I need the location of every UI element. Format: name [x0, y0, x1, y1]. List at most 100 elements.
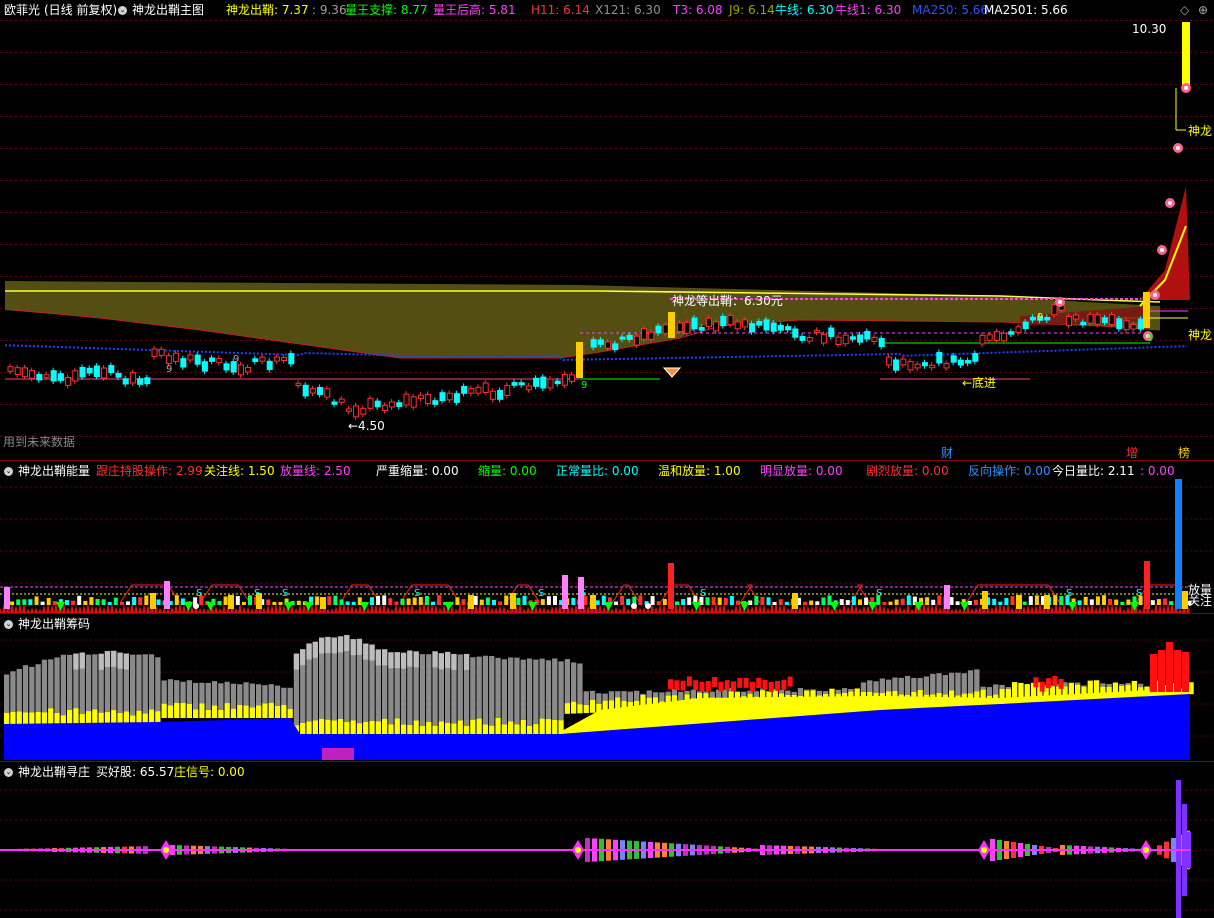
chip-bar-gray [218, 683, 224, 710]
chip-bar-yellow [256, 705, 262, 718]
chip-bar-light [79, 652, 85, 669]
chip-bar-gray [835, 689, 841, 694]
seek-indicator-name[interactable]: 神龙出鞘寻庄 [18, 765, 90, 779]
chip-magenta [322, 748, 354, 760]
volume-bar [95, 598, 100, 605]
candle [777, 324, 784, 331]
main-indicator-name[interactable]: 神龙出鞘主图 [132, 3, 204, 17]
candle [561, 373, 568, 386]
volume-bar [28, 599, 33, 605]
chip-bar-gray [898, 677, 904, 695]
volume-bar [851, 596, 856, 605]
white-dot [193, 603, 199, 609]
seek-panel[interactable]: ⌄ 神龙出鞘寻庄 买好股: 65.57 庄信号: 0.00 [0, 762, 1214, 918]
chip-bar-yellow [426, 722, 432, 734]
candle [972, 353, 979, 362]
chip-bar-gray [589, 690, 596, 700]
candle [828, 327, 835, 337]
candle [165, 355, 172, 364]
volume-bar [1077, 600, 1082, 605]
chips-panel[interactable]: ⌄ 神龙出鞘筹码 [0, 614, 1214, 761]
candle [590, 339, 597, 348]
chip-bar-yellow [249, 707, 255, 718]
main-chart-canvas[interactable] [0, 0, 1214, 460]
settings-diamond-icon[interactable]: ◇ [1180, 3, 1189, 17]
chip-bar-yellow [552, 720, 558, 734]
volume-bar [345, 601, 350, 605]
chip-bar-yellow [193, 709, 199, 718]
chip-bar-gray [993, 684, 999, 695]
volume-bar [809, 600, 814, 605]
main-title-bar: 欧菲光 (日线 前复权) ⌄ 神龙出鞘主图 神龙出鞘: 7.37: 9.36 量王… [0, 0, 1214, 20]
chip-bar-yellow [489, 725, 495, 734]
volume-bar [803, 601, 808, 605]
chip-bar-light [451, 653, 457, 670]
seek-canvas[interactable] [0, 762, 1214, 918]
volume-bar [138, 597, 143, 605]
bang-badge[interactable]: 榜 [1178, 444, 1190, 461]
cai-badge[interactable]: 财 [941, 444, 953, 461]
volume-bar [1150, 600, 1155, 605]
chip-bar-red [1150, 654, 1157, 692]
chip-bar-yellow [564, 703, 570, 714]
chip-bar-gray [741, 691, 747, 697]
candle [1130, 323, 1137, 330]
candle [108, 365, 115, 374]
candle [857, 334, 864, 343]
chip-bar-gray [268, 684, 274, 703]
chip-bar-yellow [545, 718, 552, 734]
volume-bar [821, 597, 826, 605]
volume-spike-blue [1175, 479, 1182, 609]
volume-bar [1034, 595, 1039, 605]
volume-bar [132, 596, 137, 605]
volume-bar [656, 601, 661, 605]
chip-bar-yellow [344, 722, 350, 734]
zeng-badge[interactable]: 增 [1126, 444, 1138, 461]
chip-bar-gray [29, 666, 35, 713]
energy-indicator-name[interactable]: 神龙出鞘能量 [18, 464, 90, 478]
volume-bar [485, 597, 490, 605]
chip-bar-gray [608, 691, 615, 701]
chip-bar-light [394, 652, 400, 669]
chip-bar-yellow [180, 702, 186, 718]
candle [864, 330, 871, 340]
chip-bar-red [787, 676, 793, 687]
chip-bar-gray [684, 690, 690, 695]
energy-panel[interactable]: S S S S S S S S S S ⌄ 神龙出鞘能量 跟庄持股操作: 2.99 关注线: 1.5… [0, 461, 1214, 613]
volume-bar [174, 595, 179, 605]
chip-bar-light [445, 651, 451, 668]
period-label: (日线 前复权) [44, 3, 118, 17]
chip-bar-yellow [394, 718, 400, 734]
volume-bar [144, 595, 149, 605]
candle [223, 363, 230, 371]
volume-bar [510, 593, 516, 609]
candle [36, 373, 43, 381]
chips-canvas[interactable] [0, 614, 1214, 761]
chip-bar-gray [904, 675, 911, 695]
panel-menu-icon[interactable]: ⊕ [1198, 3, 1208, 17]
candle [29, 370, 36, 379]
chip-bar-gray [873, 681, 879, 693]
chip-bar-yellow [73, 708, 79, 724]
volume-bar [1022, 601, 1027, 605]
collapse-icon[interactable]: ⌄ [118, 3, 127, 17]
energy-canvas[interactable]: SSSSSSSSSS [0, 461, 1214, 613]
chip-bar-gray [621, 691, 627, 701]
main-chart-panel[interactable]: 欧菲光 (日线 前复权) ⌄ 神龙出鞘主图 神龙出鞘: 7.37: 9.36 量王… [0, 0, 1214, 460]
volume-bar [296, 600, 301, 605]
chip-bar-gray [961, 673, 967, 694]
volume-bar [711, 596, 716, 605]
red-wedge [1140, 186, 1190, 300]
chips-indicator-name[interactable]: 神龙出鞘筹码 [18, 617, 90, 631]
chip-bar-light [413, 651, 419, 668]
collapse-icon[interactable]: ⌄ [4, 765, 13, 779]
chip-bar-light [388, 652, 394, 669]
collapse-icon[interactable]: ⌄ [4, 464, 13, 478]
candle [432, 400, 439, 405]
candle [446, 392, 453, 401]
energy-legend-item: 明显放量: 0.00 [760, 464, 843, 478]
collapse-icon[interactable]: ⌄ [4, 617, 13, 631]
candle [741, 319, 748, 328]
volume-bar [614, 601, 618, 605]
chip-bar-red [775, 680, 781, 691]
